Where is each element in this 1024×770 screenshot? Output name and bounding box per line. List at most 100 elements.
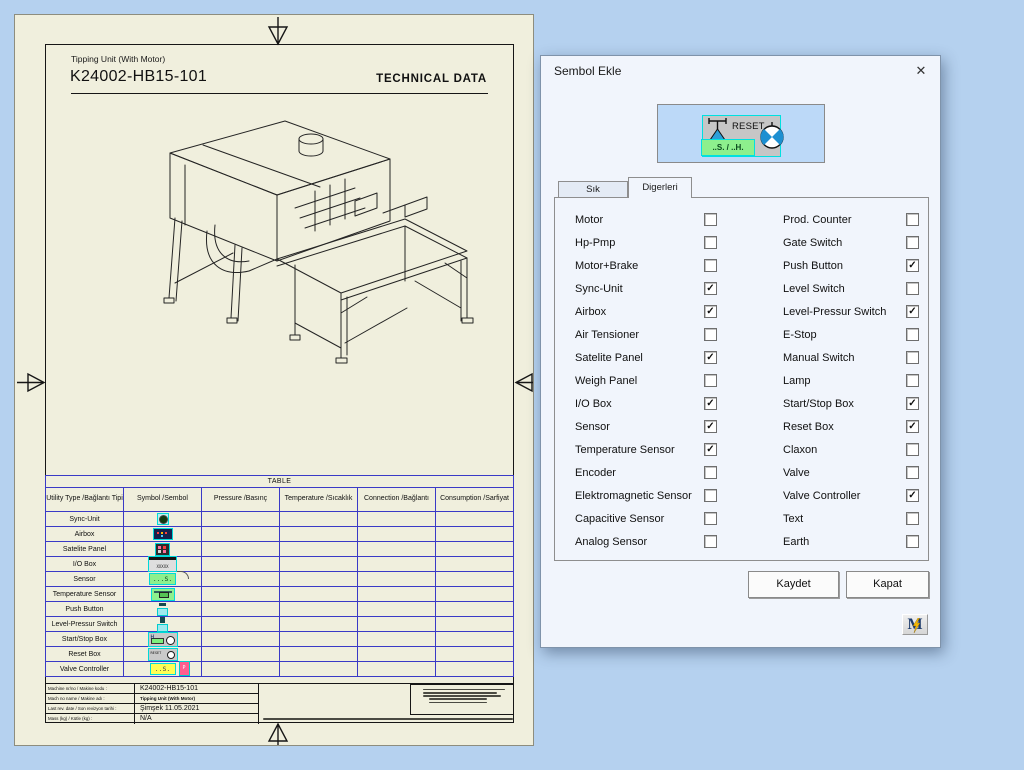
sensor-symbol: ...S. bbox=[150, 574, 175, 584]
empty-cell bbox=[280, 647, 358, 662]
checkbox-row: Satelite Panel✓ bbox=[555, 351, 725, 365]
tab-page-frame: MotorHp-PmpMotor+BrakeSync-Unit✓Airbox✓A… bbox=[554, 197, 929, 561]
checkbox-level-switch[interactable] bbox=[906, 282, 919, 295]
checkbox-text[interactable] bbox=[906, 512, 919, 525]
checkbox-label: Level-Pressur Switch bbox=[783, 306, 886, 318]
checkbox-label: Motor+Brake bbox=[575, 260, 638, 272]
checkbox-row: Temperature Sensor ✓ bbox=[555, 443, 725, 457]
checkbox-weigh-panel[interactable] bbox=[704, 374, 717, 387]
checkbox-prod-counter[interactable] bbox=[906, 213, 919, 226]
title-block-label: Machine nr/no / Makine kodu : bbox=[45, 684, 135, 693]
airbox-symbol bbox=[154, 529, 172, 539]
empty-cell bbox=[358, 587, 436, 602]
checkbox-label: Weigh Panel bbox=[575, 375, 637, 387]
checkbox-row: Lamp bbox=[763, 374, 923, 388]
utility-type-cell: Reset Box bbox=[46, 647, 124, 662]
close-button[interactable]: Kapat bbox=[846, 571, 929, 598]
empty-cell bbox=[436, 647, 514, 662]
checkbox-air-tensioner[interactable] bbox=[704, 328, 717, 341]
empty-cell bbox=[436, 587, 514, 602]
symbol-cell bbox=[124, 527, 202, 542]
title-block-value: N/A bbox=[135, 714, 258, 724]
checkbox-row: Text bbox=[763, 512, 923, 526]
utility-type-cell: Start/Stop Box bbox=[46, 632, 124, 647]
checkbox-encoder[interactable] bbox=[704, 466, 717, 479]
sheet-header-right: TECHNICAL DATA bbox=[376, 73, 487, 85]
empty-cell bbox=[202, 602, 280, 617]
start-stop-box-symbol: H bbox=[149, 633, 177, 646]
checkbox-hp-pmp[interactable] bbox=[704, 236, 717, 249]
tab-digerleri[interactable]: Digerleri bbox=[628, 177, 692, 198]
drawing-sheet: Tipping Unit (With Motor) K24002-HB15-10… bbox=[14, 14, 534, 746]
checkbox-label: Earth bbox=[783, 536, 809, 548]
checkbox-elektromagnetic-sensor[interactable] bbox=[704, 489, 717, 502]
checkbox-start-stop-box[interactable]: ✓ bbox=[906, 397, 919, 410]
empty-cell bbox=[436, 542, 514, 557]
checkbox-motor[interactable] bbox=[704, 213, 717, 226]
valve-controller-symbol: ..S.P bbox=[151, 664, 175, 674]
symbol-cell bbox=[124, 542, 202, 557]
checkbox-temperature-sensor[interactable]: ✓ bbox=[704, 443, 717, 456]
empty-cell bbox=[358, 617, 436, 632]
checkbox-row: Hp-Pmp bbox=[555, 236, 725, 250]
table-row: Airbox bbox=[46, 527, 514, 542]
checkbox-label: Text bbox=[783, 513, 803, 525]
checkbox-label: Claxon bbox=[783, 444, 817, 456]
checkbox-push-button[interactable]: ✓ bbox=[906, 259, 919, 272]
checkbox-label: Gate Switch bbox=[783, 237, 842, 249]
checkbox-lamp[interactable] bbox=[906, 374, 919, 387]
checkbox-i-o-box[interactable]: ✓ bbox=[704, 397, 717, 410]
checkbox-label: Sync-Unit bbox=[575, 283, 623, 295]
empty-cell bbox=[202, 587, 280, 602]
table-row: Level-Pressur Switch bbox=[46, 617, 514, 632]
checkbox-earth[interactable] bbox=[906, 535, 919, 548]
checkbox-valve-controller[interactable]: ✓ bbox=[906, 489, 919, 502]
checkbox-label: Prod. Counter bbox=[783, 214, 851, 226]
utility-type-cell: Airbox bbox=[46, 527, 124, 542]
desktop: { "window": { "title": "Sembol Ekle", "c… bbox=[0, 0, 1024, 770]
utility-type-cell: Valve Controller bbox=[46, 662, 124, 677]
checkbox-label: Temperature Sensor bbox=[575, 444, 675, 456]
empty-cell bbox=[436, 527, 514, 542]
checkbox-label: Manual Switch bbox=[783, 352, 855, 364]
checkbox-gate-switch[interactable] bbox=[906, 236, 919, 249]
io-box-symbol: XXXXX bbox=[149, 557, 176, 571]
sheet-drawing-code: K24002-HB15-101 bbox=[70, 68, 207, 86]
checkbox-sync-unit[interactable]: ✓ bbox=[704, 282, 717, 295]
title-block-label: Mass (kg) / Kütle (kg) : bbox=[45, 714, 135, 724]
company-info-illegible bbox=[410, 684, 514, 715]
save-button[interactable]: Kaydet bbox=[748, 571, 839, 598]
close-icon[interactable]: ✕ bbox=[912, 62, 930, 80]
empty-cell bbox=[358, 557, 436, 572]
valve-controller-icon bbox=[759, 122, 785, 150]
checkbox-satelite-panel[interactable]: ✓ bbox=[704, 351, 717, 364]
checkbox-analog-sensor[interactable] bbox=[704, 535, 717, 548]
checkbox-label: Push Button bbox=[783, 260, 843, 272]
empty-cell bbox=[436, 557, 514, 572]
table-column-header: Utility Type /Bağlantı Tipi bbox=[46, 488, 124, 512]
machine-isometric-drawing bbox=[115, 113, 475, 368]
table-column-header: Connection /Bağlantı bbox=[358, 488, 436, 512]
checkbox-airbox[interactable]: ✓ bbox=[704, 305, 717, 318]
checkbox-row: Start/Stop Box✓ bbox=[763, 397, 923, 411]
checkbox-row: Valve Controller✓ bbox=[763, 489, 923, 503]
checkbox-claxon[interactable] bbox=[906, 443, 919, 456]
checkbox-manual-switch[interactable] bbox=[906, 351, 919, 364]
checkbox-level-pressur-switch[interactable]: ✓ bbox=[906, 305, 919, 318]
checkbox-reset-box[interactable]: ✓ bbox=[906, 420, 919, 433]
checkbox-row: Level Switch bbox=[763, 282, 923, 296]
checkbox-label: Hp-Pmp bbox=[575, 237, 615, 249]
checkbox-valve[interactable] bbox=[906, 466, 919, 479]
checkbox-sensor[interactable]: ✓ bbox=[704, 420, 717, 433]
checkbox-e-stop[interactable] bbox=[906, 328, 919, 341]
checkbox-row: Earth bbox=[763, 535, 923, 549]
tab-sik-kullanilanlar[interactable]: Sık Kullanılanlar bbox=[558, 181, 628, 197]
sheet-subtitle: Tipping Unit (With Motor) bbox=[71, 54, 165, 64]
checkbox-row: Airbox✓ bbox=[555, 305, 725, 319]
empty-cell bbox=[280, 557, 358, 572]
symbol-cell: ..S.P bbox=[124, 662, 202, 677]
checkbox-motor-brake[interactable] bbox=[704, 259, 717, 272]
empty-cell bbox=[202, 542, 280, 557]
checkbox-capacitive-sensor[interactable] bbox=[704, 512, 717, 525]
empty-cell bbox=[358, 647, 436, 662]
